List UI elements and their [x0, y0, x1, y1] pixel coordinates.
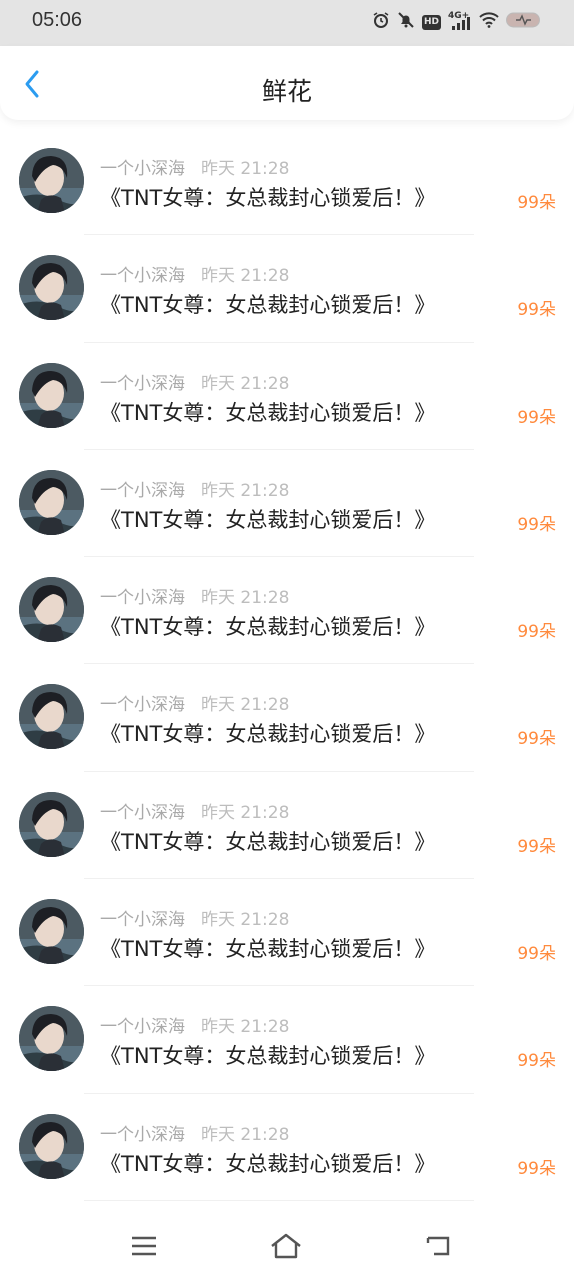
flower-amount: 99朵 [517, 944, 556, 965]
timestamp: 昨天 21:28 [201, 1124, 290, 1145]
meta-line: 一个小深海 昨天 21:28 [100, 154, 289, 179]
status-icons: HD 4G+ [372, 11, 542, 33]
back-icon [426, 1236, 450, 1256]
meta-line: 一个小深海 昨天 21:28 [100, 583, 289, 608]
flower-amount: 99朵 [517, 1158, 556, 1179]
home-button[interactable] [266, 1230, 306, 1262]
flower-amount: 99朵 [517, 729, 556, 750]
header: 鲜花 [0, 46, 574, 120]
book-title[interactable]: 《TNT女尊：女总裁封心锁爱后！》 [100, 397, 435, 427]
list-item[interactable]: 一个小深海 昨天 21:28 《TNT女尊：女总裁封心锁爱后！》 99朵 [0, 1094, 574, 1202]
back-nav-button[interactable] [418, 1230, 458, 1262]
flower-amount: 99朵 [517, 1051, 556, 1072]
timestamp: 昨天 21:28 [201, 480, 290, 501]
list-item[interactable]: 一个小深海 昨天 21:28 《TNT女尊：女总裁封心锁爱后！》 99朵 [0, 128, 574, 236]
user-name[interactable]: 一个小深海 [100, 266, 185, 286]
user-name[interactable]: 一个小深海 [100, 803, 185, 823]
avatar[interactable] [19, 362, 84, 428]
list-item[interactable]: 一个小深海 昨天 21:28 《TNT女尊：女总裁封心锁爱后！》 99朵 [0, 879, 574, 987]
status-time: 05:06 [32, 9, 83, 31]
list-item[interactable]: 一个小深海 昨天 21:28 《TNT女尊：女总裁封心锁爱后！》 99朵 [0, 450, 574, 558]
book-title[interactable]: 《TNT女尊：女总裁封心锁爱后！》 [100, 289, 435, 319]
list-item[interactable]: 一个小深海 昨天 21:28 《TNT女尊：女总裁封心锁爱后！》 99朵 [0, 772, 574, 880]
book-title[interactable]: 《TNT女尊：女总裁封心锁爱后！》 [100, 933, 435, 963]
timestamp: 昨天 21:28 [201, 266, 290, 287]
avatar[interactable] [19, 469, 84, 535]
timestamp: 昨天 21:28 [201, 588, 290, 609]
timestamp: 昨天 21:28 [201, 1017, 290, 1038]
book-title[interactable]: 《TNT女尊：女总裁封心锁爱后！》 [100, 504, 435, 534]
avatar[interactable] [19, 577, 84, 643]
timestamp: 昨天 21:28 [201, 373, 290, 394]
book-title[interactable]: 《TNT女尊：女总裁封心锁爱后！》 [100, 1148, 435, 1178]
meta-line: 一个小深海 昨天 21:28 [100, 690, 289, 715]
flower-amount: 99朵 [517, 300, 556, 321]
signal-icon: 4G+ [448, 11, 472, 31]
flower-amount: 99朵 [517, 514, 556, 535]
list-item[interactable]: 一个小深海 昨天 21:28 《TNT女尊：女总裁封心锁爱后！》 99朵 [0, 986, 574, 1094]
user-name[interactable]: 一个小深海 [100, 910, 185, 930]
avatar[interactable] [19, 1113, 84, 1179]
home-icon [271, 1233, 301, 1259]
timestamp: 昨天 21:28 [201, 802, 290, 823]
avatar[interactable] [19, 899, 84, 965]
user-name[interactable]: 一个小深海 [100, 481, 185, 501]
avatar[interactable] [19, 1006, 84, 1072]
mute-icon [397, 11, 415, 33]
avatar[interactable] [19, 148, 84, 213]
meta-line: 一个小深海 昨天 21:28 [100, 1012, 289, 1037]
status-bar: 05:06 HD 4G+ [0, 0, 574, 46]
page-title: 鲜花 [261, 77, 312, 106]
timestamp: 昨天 21:28 [201, 159, 290, 179]
user-name[interactable]: 一个小深海 [100, 1125, 185, 1145]
list-item[interactable]: 一个小深海 昨天 21:28 《TNT女尊：女总裁封心锁爱后！》 99朵 [0, 557, 574, 665]
hd-icon: HD [421, 14, 441, 30]
list-item[interactable]: 一个小深海 昨天 21:28 《TNT女尊：女总裁封心锁爱后！》 99朵 [0, 343, 574, 451]
meta-line: 一个小深海 昨天 21:28 [100, 369, 289, 394]
flower-amount: 99朵 [517, 193, 556, 213]
meta-line: 一个小深海 昨天 21:28 [100, 476, 289, 501]
meta-line: 一个小深海 昨天 21:28 [100, 1120, 289, 1145]
avatar[interactable] [19, 255, 84, 321]
menu-icon [132, 1236, 156, 1256]
flower-amount: 99朵 [517, 622, 556, 643]
alarm-icon [372, 11, 390, 33]
book-title[interactable]: 《TNT女尊：女总裁封心锁爱后！》 [100, 718, 435, 748]
user-name[interactable]: 一个小深海 [100, 588, 185, 608]
menu-button[interactable] [124, 1230, 164, 1262]
meta-line: 一个小深海 昨天 21:28 [100, 261, 289, 286]
user-name[interactable]: 一个小深海 [100, 695, 185, 715]
user-name[interactable]: 一个小深海 [100, 159, 185, 179]
system-nav-bar [0, 1212, 574, 1280]
book-title[interactable]: 《TNT女尊：女总裁封心锁爱后！》 [100, 1040, 435, 1070]
meta-line: 一个小深海 昨天 21:28 [100, 905, 289, 930]
list-item[interactable]: 一个小深海 昨天 21:28 《TNT女尊：女总裁封心锁爱后！》 99朵 [0, 664, 574, 773]
timestamp: 昨天 21:28 [201, 695, 290, 716]
book-title[interactable]: 《TNT女尊：女总裁封心锁爱后！》 [100, 826, 435, 856]
book-title[interactable]: 《TNT女尊：女总裁封心锁爱后！》 [100, 182, 435, 212]
user-name[interactable]: 一个小深海 [100, 374, 185, 394]
meta-line: 一个小深海 昨天 21:28 [100, 798, 289, 823]
flower-amount: 99朵 [517, 836, 556, 857]
user-name[interactable]: 一个小深海 [100, 1017, 185, 1037]
flower-amount: 99朵 [517, 407, 556, 428]
avatar[interactable] [19, 684, 84, 750]
list-item[interactable]: 一个小深海 昨天 21:28 《TNT女尊：女总裁封心锁爱后！》 99朵 [0, 235, 574, 343]
avatar[interactable] [19, 791, 84, 857]
battery-icon [506, 12, 542, 32]
book-title[interactable]: 《TNT女尊：女总裁封心锁爱后！》 [100, 611, 435, 641]
timestamp: 昨天 21:28 [201, 910, 290, 931]
wifi-icon [479, 12, 499, 32]
gift-list: 一个小深海 昨天 21:28 《TNT女尊：女总裁封心锁爱后！》 99朵 一个小深… [0, 128, 574, 1202]
